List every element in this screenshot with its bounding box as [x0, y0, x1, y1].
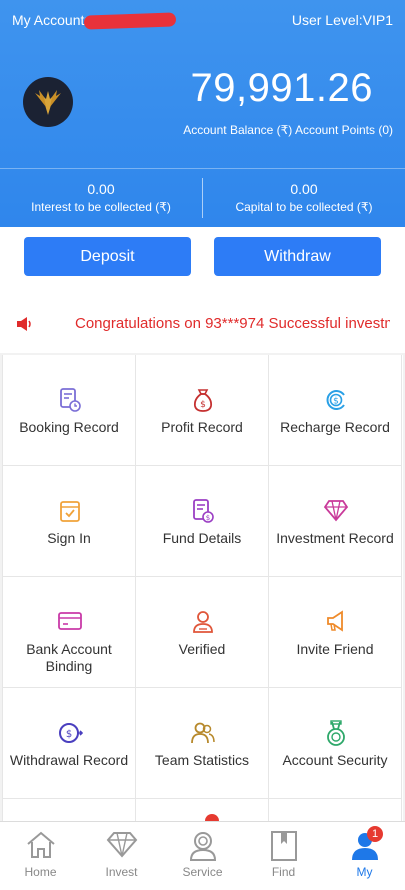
calendar-check-icon [59, 501, 80, 522]
bank-card-icon [57, 612, 82, 630]
tab-invest[interactable]: Invest [81, 822, 162, 890]
bottom-tab-bar: Home Invest Service Find 1 My [0, 821, 405, 890]
tab-service[interactable]: Service [162, 822, 243, 890]
grid-item-label: Withdrawal Record [9, 752, 129, 768]
grid-item-label: Recharge Record [280, 419, 390, 435]
interest-value: 0.00 [87, 181, 115, 197]
medal-icon [326, 720, 345, 746]
notice-text: Congratulations on 93***974 Successful i… [75, 315, 390, 332]
grid-item-label: Account Security [282, 752, 388, 768]
tab-label: Invest [105, 865, 138, 879]
fund-details-icon: $ [192, 499, 214, 523]
tab-label: Service [182, 865, 223, 879]
avatar[interactable] [23, 77, 73, 127]
booking-record-icon [59, 388, 81, 412]
account-label: My Account: [12, 12, 89, 28]
headset-icon [189, 832, 216, 861]
speaker-icon [17, 317, 31, 331]
tab-find[interactable]: Find [243, 822, 324, 890]
grid-item-label: Profit Record [161, 419, 243, 435]
actions-bar: Deposit Withdraw [0, 227, 405, 297]
grid-item-label: Investment Record [276, 530, 394, 546]
divider [0, 168, 405, 169]
grid-item-partial[interactable] [269, 799, 402, 821]
grid-item-booking-record[interactable]: Booking Record [3, 355, 136, 466]
account-balance: 79,991.26 [190, 66, 373, 110]
deposit-button[interactable]: Deposit [24, 237, 191, 276]
grid-item-recharge-record[interactable]: $ Recharge Record [269, 355, 402, 466]
grid-item-sign-in[interactable]: Sign In [3, 466, 136, 577]
user-level: User Level:VIP1 [291, 12, 393, 28]
grid-item-label: Verified [178, 641, 226, 657]
tab-badge: 1 [367, 826, 383, 842]
grid-item-investment-record[interactable]: Investment Record [269, 466, 402, 577]
feature-grid: Booking Record $ Profit Record $ Recharg… [2, 355, 403, 821]
tab-home[interactable]: Home [0, 822, 81, 890]
grid-item-label: Sign In [47, 530, 91, 546]
account-number-redaction [83, 12, 177, 30]
grid-item-verified[interactable]: Verified [136, 577, 269, 688]
withdraw-button[interactable]: Withdraw [214, 237, 381, 276]
account-header: My Account: User Level:VIP1 79,991.26 Ac… [0, 0, 405, 227]
grid-item-profit-record[interactable]: $ Profit Record [136, 355, 269, 466]
grid-item-label: Invite Friend [296, 641, 374, 657]
recharge-icon: $ [326, 390, 345, 410]
grid-item-team-statistics[interactable]: Team Statistics [136, 688, 269, 799]
grid-item-label: Fund Details [162, 530, 242, 546]
withdrawal-icon: $ [58, 723, 83, 743]
svg-text:$: $ [200, 400, 206, 410]
tab-my[interactable]: 1 My [324, 822, 405, 890]
balance-label: Account Balance (₹) Account Points (0) [183, 123, 393, 137]
interest-label: Interest to be collected (₹) [31, 200, 171, 214]
notice-marquee: Congratulations on 93***974 Successful i… [0, 297, 405, 353]
svg-text:$: $ [333, 397, 339, 407]
tab-label: Find [271, 865, 296, 879]
grid-item-bank-account-binding[interactable]: Bank Account Binding [3, 577, 136, 688]
home-icon [26, 831, 55, 858]
grid-item-label: Booking Record [19, 419, 119, 435]
megaphone-icon [326, 610, 343, 632]
team-icon [190, 722, 215, 744]
grid-item-label: Team Statistics [154, 752, 250, 768]
capital-value: 0.00 [290, 181, 318, 197]
grid-item-account-security[interactable]: Account Security [269, 688, 402, 799]
grid-item-partial[interactable] [3, 799, 136, 821]
golden-wings-logo-icon [35, 90, 61, 115]
capital-stat: 0.00 Capital to be collected (₹) [203, 181, 405, 214]
grid-item-label: Bank Account Binding [26, 641, 112, 674]
svg-text:$: $ [65, 729, 71, 740]
tab-label: My [356, 865, 373, 879]
user-verified-icon [192, 611, 213, 633]
grid-item-partial[interactable] [136, 799, 269, 821]
grid-item-withdrawal-record[interactable]: $ Withdrawal Record [3, 688, 136, 799]
diamond-icon [106, 832, 137, 858]
capital-label: Capital to be collected (₹) [235, 200, 373, 214]
bookmark-icon [270, 831, 297, 861]
grid-item-invite-friend[interactable]: Invite Friend [269, 577, 402, 688]
diamond-icon [323, 500, 348, 522]
interest-stat: 0.00 Interest to be collected (₹) [0, 181, 202, 214]
money-bag-icon: $ [193, 389, 212, 412]
tab-label: Home [24, 865, 57, 879]
svg-text:$: $ [205, 514, 209, 522]
grid-item-fund-details[interactable]: $ Fund Details [136, 466, 269, 577]
